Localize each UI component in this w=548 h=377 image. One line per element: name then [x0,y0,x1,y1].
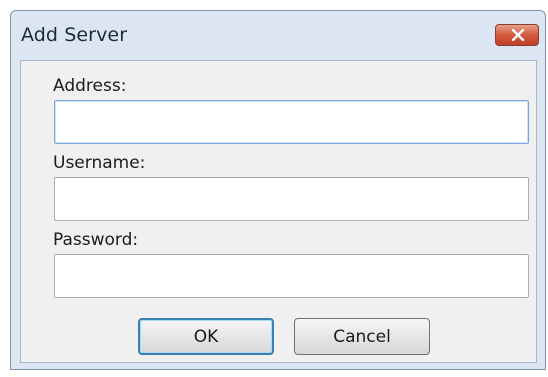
dialog-content: Address: Username: Password: OK Cancel [20,60,537,363]
close-button[interactable] [495,24,539,46]
password-field-box [54,254,529,298]
password-input[interactable] [55,255,528,297]
dialog-title: Add Server [21,24,128,46]
username-label: Username: [53,153,146,173]
address-label: Address: [53,76,127,96]
username-field-box [54,177,529,221]
close-icon [511,29,525,41]
address-input[interactable] [55,101,528,143]
add-server-dialog: Add Server Address: Username: Password: … [10,10,546,370]
ok-button[interactable]: OK [138,318,274,355]
address-field-box [54,100,529,144]
cancel-button[interactable]: Cancel [294,318,430,355]
username-input[interactable] [55,178,528,220]
password-label: Password: [53,230,139,250]
